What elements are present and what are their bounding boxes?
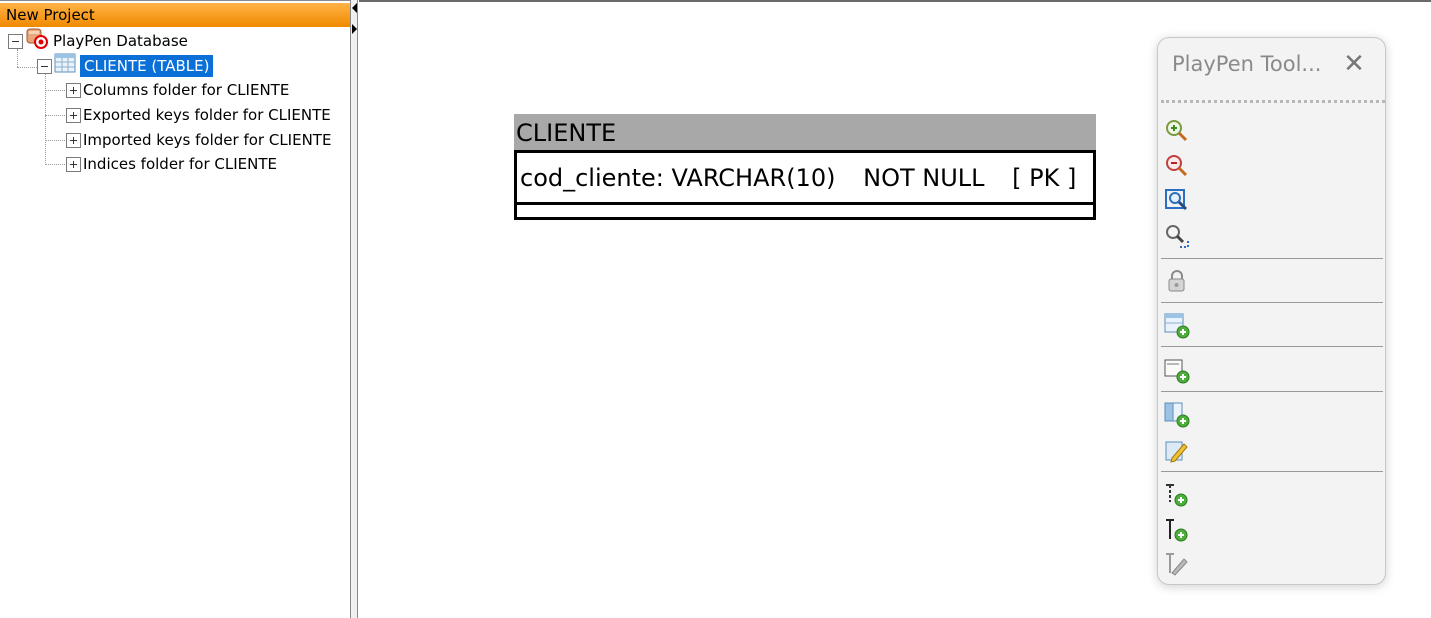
tree-item-label: Indices folder for CLIENTE [83,155,277,173]
lock-icon[interactable] [1164,268,1190,294]
table-index-area [517,205,1093,217]
playpen-table-title[interactable]: CLIENTE [514,114,1096,150]
playpen-table-cliente[interactable]: CLIENTE cod_cliente: VARCHAR(10) NOT NUL… [514,114,1096,220]
insert-column-icon[interactable] [1164,402,1190,428]
expand-toggle-icon[interactable] [66,107,81,123]
zoom-selection-icon[interactable] [1164,223,1190,249]
column-nullability: NOT NULL [863,164,985,192]
tree-item-database[interactable]: PlayPen Database [8,27,188,55]
toolbar-grip[interactable] [1161,100,1385,103]
toolbar-separator [1161,302,1383,303]
database-icon [25,27,49,55]
playpen-table-body: cod_cliente: VARCHAR(10) NOT NULL [ PK ] [514,150,1096,220]
close-icon[interactable]: ✕ [1340,50,1368,78]
edit-icon[interactable] [1164,438,1190,464]
toolbar-separator [1161,471,1383,472]
tree-item-columns-folder[interactable]: Columns folder for CLIENTE [66,79,289,101]
toolbar-title: PlayPen Tool... [1172,52,1322,76]
zoom-in-icon[interactable] [1164,118,1190,144]
column-key: [ PK ] [1012,164,1077,192]
tree-line [45,90,65,91]
edit-relationship-icon[interactable] [1164,551,1190,577]
tree-item-imported-keys-folder[interactable]: Imported keys folder for CLIENTE [66,129,331,151]
collapse-toggle-icon[interactable] [8,33,23,49]
identifying-relationship-icon[interactable] [1164,482,1190,508]
app-window: New Project PlayPen Database CLIENTE (TA… [0,0,1431,618]
table-column-row[interactable]: cod_cliente: VARCHAR(10) NOT NULL [ PK ] [517,153,1093,205]
non-identifying-relationship-icon[interactable] [1164,517,1190,543]
tree-line [45,140,65,141]
expand-toggle-icon[interactable] [66,156,81,172]
tree-item-label: PlayPen Database [53,32,188,50]
tree-line [45,164,65,165]
toolbar-separator [1161,258,1383,259]
collapse-right-icon[interactable] [352,24,357,34]
toolbar-separator [1161,391,1383,392]
playpen-toolbar: PlayPen Tool... ✕ [1157,37,1386,585]
project-title: New Project [0,3,350,27]
tree-item-exported-keys-folder[interactable]: Exported keys folder for CLIENTE [66,104,331,126]
collapse-left-icon[interactable] [352,3,357,13]
zoom-to-fit-icon[interactable] [1164,188,1190,214]
expand-toggle-icon[interactable] [66,132,81,148]
zoom-out-icon[interactable] [1164,153,1190,179]
tree-item-label: Imported keys folder for CLIENTE [83,131,332,149]
tree-item-label: Columns folder for CLIENTE [83,81,290,99]
panel-splitter[interactable] [351,0,358,618]
tree-line [45,73,46,165]
collapse-toggle-icon[interactable] [37,58,52,74]
tree-item-indices-folder[interactable]: Indices folder for CLIENTE [66,153,277,175]
tree-item-table-cliente[interactable]: CLIENTE (TABLE) [37,53,214,79]
tree-item-label: CLIENTE (TABLE) [80,55,214,77]
tree-item-label: Exported keys folder for CLIENTE [83,106,331,124]
column-definition: cod_cliente: VARCHAR(10) [520,164,836,192]
new-folder-icon[interactable] [1164,358,1190,384]
tree-line [45,115,65,116]
project-tree-panel: New Project PlayPen Database CLIENTE (TA… [0,0,351,618]
table-icon [54,53,76,79]
new-table-icon[interactable] [1164,313,1190,339]
toolbar-separator [1161,346,1383,347]
expand-toggle-icon[interactable] [66,82,81,98]
